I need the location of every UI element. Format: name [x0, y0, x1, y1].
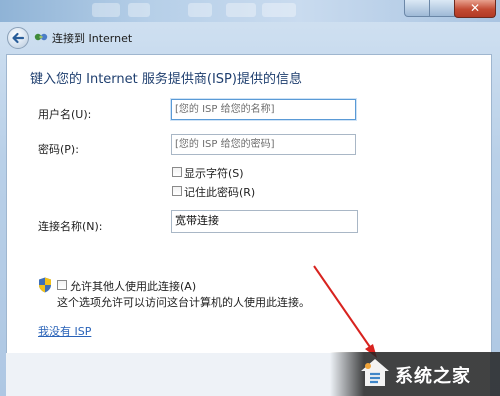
page-heading: 键入您的 Internet 服务提供商(ISP)提供的信息 [30, 72, 302, 87]
back-button[interactable] [7, 27, 29, 49]
show-chars-label: 显示字符(S) [184, 167, 244, 180]
connection-name-input[interactable]: 宽带连接 [171, 210, 358, 233]
maximize-button[interactable] [429, 0, 455, 17]
title-blur [92, 3, 120, 17]
show-chars-checkbox[interactable] [172, 167, 182, 177]
title-blur [226, 3, 256, 17]
title-blur [262, 3, 296, 17]
window-title: 连接到 Internet [52, 32, 133, 45]
network-icon [34, 33, 48, 41]
allow-others-description: 这个选项允许可以访问这台计算机的人使用此连接。 [57, 296, 310, 309]
title-blur [188, 3, 212, 17]
allow-others-label: 允许其他人使用此连接(A) [70, 280, 197, 293]
allow-others-checkbox[interactable] [57, 280, 67, 290]
watermark-text: 系统之家 [395, 366, 471, 387]
title-blur [128, 3, 150, 17]
house-logo-icon [361, 359, 389, 386]
connection-name-label: 连接名称(N): [38, 220, 103, 233]
password-input[interactable]: [您的 ISP 给您的密码] [171, 134, 356, 155]
back-arrow-icon [12, 32, 25, 44]
wizard-window: ✕ 连接到 Internet 键入您的 Internet 服务提供商(ISP)提… [0, 0, 500, 396]
no-isp-link[interactable]: 我没有 ISP [38, 323, 91, 339]
username-label: 用户名(U): [38, 108, 92, 121]
shield-icon [39, 277, 51, 293]
username-input[interactable]: [您的 ISP 给您的名称] [171, 99, 356, 120]
password-label: 密码(P): [38, 143, 79, 156]
close-button[interactable]: ✕ [454, 0, 496, 18]
close-icon: ✕ [469, 1, 481, 15]
minimize-button[interactable] [404, 0, 430, 17]
remember-password-label: 记住此密码(R) [184, 186, 256, 199]
remember-password-checkbox[interactable] [172, 186, 182, 196]
